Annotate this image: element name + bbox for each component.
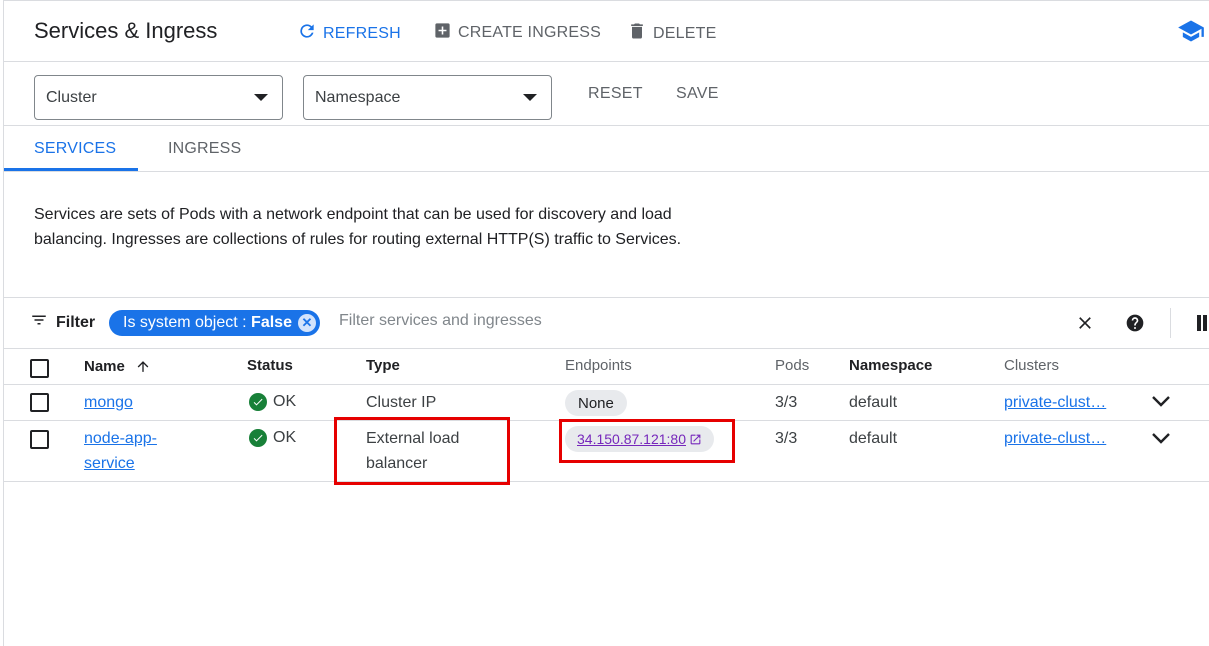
delete-label: DELETE bbox=[653, 24, 717, 42]
close-icon[interactable]: ✕ bbox=[297, 314, 316, 332]
cluster-select[interactable]: Cluster bbox=[34, 75, 283, 120]
check-circle-icon bbox=[249, 429, 267, 447]
service-name-link[interactable]: node-app- service bbox=[84, 426, 157, 476]
filter-button[interactable]: Filter bbox=[30, 311, 95, 334]
create-ingress-button[interactable]: CREATE INGRESS bbox=[433, 21, 601, 45]
column-header-clusters: Clusters bbox=[1004, 357, 1060, 374]
namespace-cell: default bbox=[849, 430, 898, 447]
column-header-pods: Pods bbox=[775, 357, 810, 374]
cluster-link[interactable]: private-clust… bbox=[1004, 390, 1106, 415]
pods-cell: 3/3 bbox=[775, 430, 798, 447]
highlight-box-endpoint bbox=[559, 419, 735, 463]
service-name-line: service bbox=[84, 455, 135, 472]
refresh-label: REFRESH bbox=[323, 24, 401, 42]
check-circle-icon bbox=[249, 393, 267, 411]
pods-cell: 3/3 bbox=[775, 394, 798, 411]
filter-list-icon bbox=[30, 311, 48, 334]
filter-chip[interactable]: Is system object : False ✕ bbox=[109, 310, 320, 336]
delete-button[interactable]: DELETE bbox=[627, 21, 716, 46]
namespace-select-value: Namespace bbox=[315, 88, 401, 106]
divider bbox=[4, 348, 1209, 349]
column-header-status[interactable]: Status bbox=[247, 357, 293, 374]
column-header-endpoints: Endpoints bbox=[565, 357, 632, 374]
column-header-name[interactable]: Name bbox=[84, 357, 151, 375]
filter-chip-text: Is system object : False bbox=[123, 314, 292, 332]
divider bbox=[4, 481, 1209, 482]
dropdown-arrow-icon bbox=[254, 94, 268, 101]
tab-ingress[interactable]: INGRESS bbox=[168, 140, 241, 158]
divider bbox=[4, 61, 1209, 62]
page-description: Services are sets of Pods with a network… bbox=[34, 206, 682, 248]
column-header-type[interactable]: Type bbox=[366, 357, 400, 374]
dropdown-arrow-icon bbox=[523, 94, 537, 101]
status-text: OK bbox=[273, 393, 297, 410]
filter-input[interactable] bbox=[339, 312, 899, 330]
chevron-down-icon[interactable] bbox=[1151, 430, 1171, 451]
divider bbox=[4, 125, 1209, 126]
tab-services[interactable]: SERVICES bbox=[34, 140, 116, 158]
status-cell: OK bbox=[249, 393, 296, 411]
divider bbox=[1170, 308, 1171, 338]
refresh-icon bbox=[297, 21, 317, 46]
divider bbox=[4, 384, 1209, 385]
service-name-line: node-app- bbox=[84, 430, 157, 447]
select-all-checkbox[interactable] bbox=[30, 359, 49, 378]
trash-icon bbox=[627, 21, 647, 46]
clear-filter-icon[interactable] bbox=[1075, 313, 1095, 338]
filter-label: Filter bbox=[56, 313, 96, 331]
filter-chip-value: False bbox=[251, 314, 292, 331]
divider bbox=[4, 171, 1209, 172]
column-header-namespace[interactable]: Namespace bbox=[849, 357, 932, 374]
divider bbox=[4, 297, 1209, 298]
school-icon[interactable] bbox=[1177, 17, 1205, 50]
arrow-up-icon bbox=[135, 357, 151, 375]
namespace-cell: default bbox=[849, 394, 898, 411]
type-cell: Cluster IP bbox=[366, 394, 437, 411]
highlight-box-type bbox=[334, 417, 510, 485]
status-cell: OK bbox=[249, 429, 296, 447]
filter-chip-key: Is system object : bbox=[123, 314, 252, 331]
column-display-icon[interactable] bbox=[1197, 315, 1209, 336]
service-name-link[interactable]: mongo bbox=[84, 390, 133, 415]
reset-button[interactable]: RESET bbox=[588, 85, 643, 103]
status-text: OK bbox=[273, 429, 297, 446]
row-checkbox[interactable] bbox=[30, 393, 49, 412]
refresh-button[interactable]: REFRESH bbox=[297, 21, 401, 46]
page-title: Services & Ingress bbox=[34, 18, 218, 43]
column-label: Name bbox=[84, 357, 125, 375]
add-box-icon bbox=[433, 21, 452, 45]
cluster-link[interactable]: private-clust… bbox=[1004, 426, 1106, 451]
endpoint-chip: None bbox=[565, 390, 627, 416]
row-checkbox[interactable] bbox=[30, 430, 49, 449]
help-icon[interactable] bbox=[1125, 313, 1145, 338]
chevron-down-icon[interactable] bbox=[1151, 393, 1171, 414]
cluster-select-value: Cluster bbox=[46, 88, 97, 106]
namespace-select[interactable]: Namespace bbox=[303, 75, 552, 120]
save-button[interactable]: SAVE bbox=[676, 85, 719, 103]
create-ingress-label: CREATE INGRESS bbox=[458, 24, 601, 41]
